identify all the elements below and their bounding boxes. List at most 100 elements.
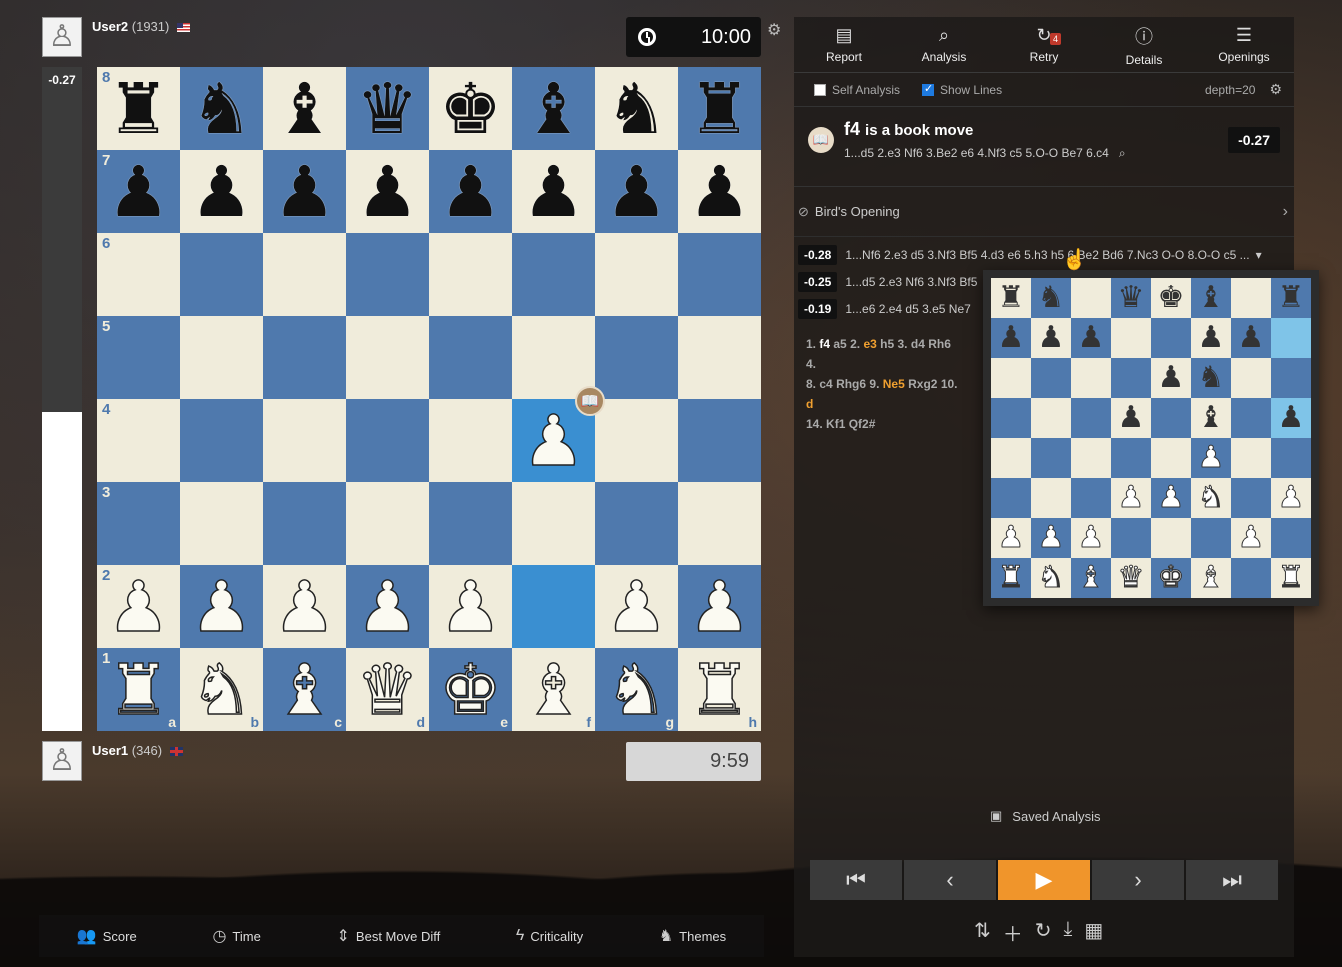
engine-line-moves[interactable]: 1...e6 2.e4 d5 3.e5 Ne7: [845, 302, 970, 316]
white-knight-icon[interactable]: ♞: [604, 654, 668, 726]
square-b6[interactable]: [180, 233, 263, 316]
square-c8[interactable]: ♝: [263, 67, 346, 150]
white-pawn-icon[interactable]: ♟: [189, 571, 253, 643]
move[interactable]: Rhg6: [836, 377, 866, 391]
square-e8[interactable]: ♚: [429, 67, 512, 150]
square-c5[interactable]: [263, 316, 346, 399]
white-pawn-icon[interactable]: ♟: [604, 571, 668, 643]
white-pawn-icon[interactable]: ♟: [272, 571, 336, 643]
square-a8[interactable]: 8 ♜: [97, 67, 180, 150]
square-d6[interactable]: [346, 233, 429, 316]
square-g5[interactable]: [595, 316, 678, 399]
add-icon[interactable]: ＋: [1003, 918, 1023, 947]
move[interactable]: h5: [880, 337, 894, 351]
square-h4[interactable]: [678, 399, 761, 482]
square-g3[interactable]: [595, 482, 678, 565]
opening-row[interactable]: ⊘ Bird's Opening ›: [794, 187, 1294, 237]
square-c1[interactable]: c ♝: [263, 648, 346, 731]
square-a4[interactable]: 4: [97, 399, 180, 482]
book-line-text[interactable]: 1...d5 2.e3 Nf6 3.Be2 e6 4.Nf3 c5 5.O-O …: [844, 146, 1109, 161]
black-pawn-icon[interactable]: ♟: [522, 157, 585, 227]
square-g4[interactable]: [595, 399, 678, 482]
square-d1[interactable]: d ♛: [346, 648, 429, 731]
square-b8[interactable]: ♞: [180, 67, 263, 150]
square-g8[interactable]: ♞: [595, 67, 678, 150]
square-d2[interactable]: ♟: [346, 565, 429, 648]
black-rook-icon[interactable]: ♜: [107, 74, 170, 144]
tab-score[interactable]: 👥 Score: [77, 926, 137, 946]
square-h8[interactable]: ♜: [678, 67, 761, 150]
square-a6[interactable]: 6: [97, 233, 180, 316]
square-b1[interactable]: b ♞: [180, 648, 263, 731]
black-pawn-icon[interactable]: ♟: [688, 157, 751, 227]
tab-retry[interactable]: ↻ 4 Retry: [994, 17, 1094, 72]
black-pawn-icon[interactable]: ♟: [439, 157, 502, 227]
square-e6[interactable]: [429, 233, 512, 316]
square-f1[interactable]: f ♝: [512, 648, 595, 731]
square-a2[interactable]: 2 ♟: [97, 565, 180, 648]
engine-line[interactable]: -0.28 1...Nf6 2.e3 d5 3.Nf3 Bf5 4.d3 e6 5…: [798, 241, 1290, 268]
white-pawn-icon[interactable]: ♟: [106, 571, 170, 643]
square-b3[interactable]: [180, 482, 263, 565]
square-h7[interactable]: ♟: [678, 150, 761, 233]
move[interactable]: d4: [911, 337, 925, 351]
move[interactable]: d: [806, 397, 813, 411]
move[interactable]: c4: [819, 377, 832, 391]
square-c3[interactable]: [263, 482, 346, 565]
top-player-name[interactable]: User2 (1931): [92, 19, 190, 34]
white-pawn-icon[interactable]: ♟: [687, 571, 751, 643]
move[interactable]: Qf2#: [849, 417, 876, 431]
board-settings-gear-icon[interactable]: ⚙: [767, 20, 781, 40]
move[interactable]: Rh6: [928, 337, 951, 351]
square-e1[interactable]: e ♚: [429, 648, 512, 731]
top-player-username[interactable]: User2: [92, 19, 128, 34]
square-g7[interactable]: ♟: [595, 150, 678, 233]
square-h5[interactable]: [678, 316, 761, 399]
square-e3[interactable]: [429, 482, 512, 565]
square-c6[interactable]: [263, 233, 346, 316]
square-f8[interactable]: ♝: [512, 67, 595, 150]
square-a1[interactable]: 1 a ♜: [97, 648, 180, 731]
search-icon[interactable]: ⌕: [1119, 146, 1126, 161]
show-lines-toggle[interactable]: Show Lines: [922, 82, 1002, 97]
square-h1[interactable]: h ♜: [678, 648, 761, 731]
black-knight-icon[interactable]: ♞: [190, 74, 253, 144]
white-pawn-icon[interactable]: ♟: [355, 571, 419, 643]
black-pawn-icon[interactable]: ♟: [273, 157, 336, 227]
next-move-button[interactable]: ›: [1092, 860, 1184, 900]
square-g2[interactable]: ♟: [595, 565, 678, 648]
chess-board[interactable]: 8 ♜ ♞ ♝ ♛ ♚ ♝ ♞ ♜ 7 ♟ ♟ ♟ ♟ ♟ ♟ ♟ ♟ 6 5 4 ♟ 3 2 ♟ ♟ ♟ ♟ ♟ ♟ ♟ 1 a ♜ b ♞ c ♝ d ♛…: [97, 67, 761, 731]
white-rook-icon[interactable]: ♜: [687, 654, 751, 726]
black-pawn-icon[interactable]: ♟: [190, 157, 253, 227]
refresh-icon[interactable]: ↻: [1035, 918, 1052, 947]
square-a5[interactable]: 5: [97, 316, 180, 399]
square-g1[interactable]: g ♞: [595, 648, 678, 731]
square-b4[interactable]: [180, 399, 263, 482]
move[interactable]: Kf1: [826, 417, 845, 431]
square-f6[interactable]: [512, 233, 595, 316]
black-bishop-icon[interactable]: ♝: [273, 74, 336, 144]
black-rook-icon[interactable]: ♜: [688, 74, 751, 144]
bottom-player-name[interactable]: User1 (346): [92, 743, 183, 758]
tab-openings[interactable]: ☰ Openings: [1194, 17, 1294, 72]
square-a7[interactable]: 7 ♟: [97, 150, 180, 233]
square-b7[interactable]: ♟: [180, 150, 263, 233]
white-king-icon[interactable]: ♚: [438, 654, 502, 726]
previous-move-button[interactable]: ‹: [904, 860, 996, 900]
engine-settings-gear-icon[interactable]: ⚙: [1269, 81, 1282, 98]
square-e7[interactable]: ♟: [429, 150, 512, 233]
square-h6[interactable]: [678, 233, 761, 316]
square-c7[interactable]: ♟: [263, 150, 346, 233]
move[interactable]: f4: [819, 337, 830, 351]
move[interactable]: a5: [833, 337, 846, 351]
square-c4[interactable]: [263, 399, 346, 482]
white-pawn-icon[interactable]: ♟: [438, 571, 502, 643]
black-queen-icon[interactable]: ♛: [356, 74, 419, 144]
square-h2[interactable]: ♟: [678, 565, 761, 648]
square-g6[interactable]: [595, 233, 678, 316]
bottom-player-username[interactable]: User1: [92, 743, 128, 758]
move[interactable]: Rxg2: [908, 377, 937, 391]
square-f7[interactable]: ♟: [512, 150, 595, 233]
export-icon[interactable]: ▦: [1084, 918, 1103, 947]
black-pawn-icon[interactable]: ♟: [107, 157, 170, 227]
